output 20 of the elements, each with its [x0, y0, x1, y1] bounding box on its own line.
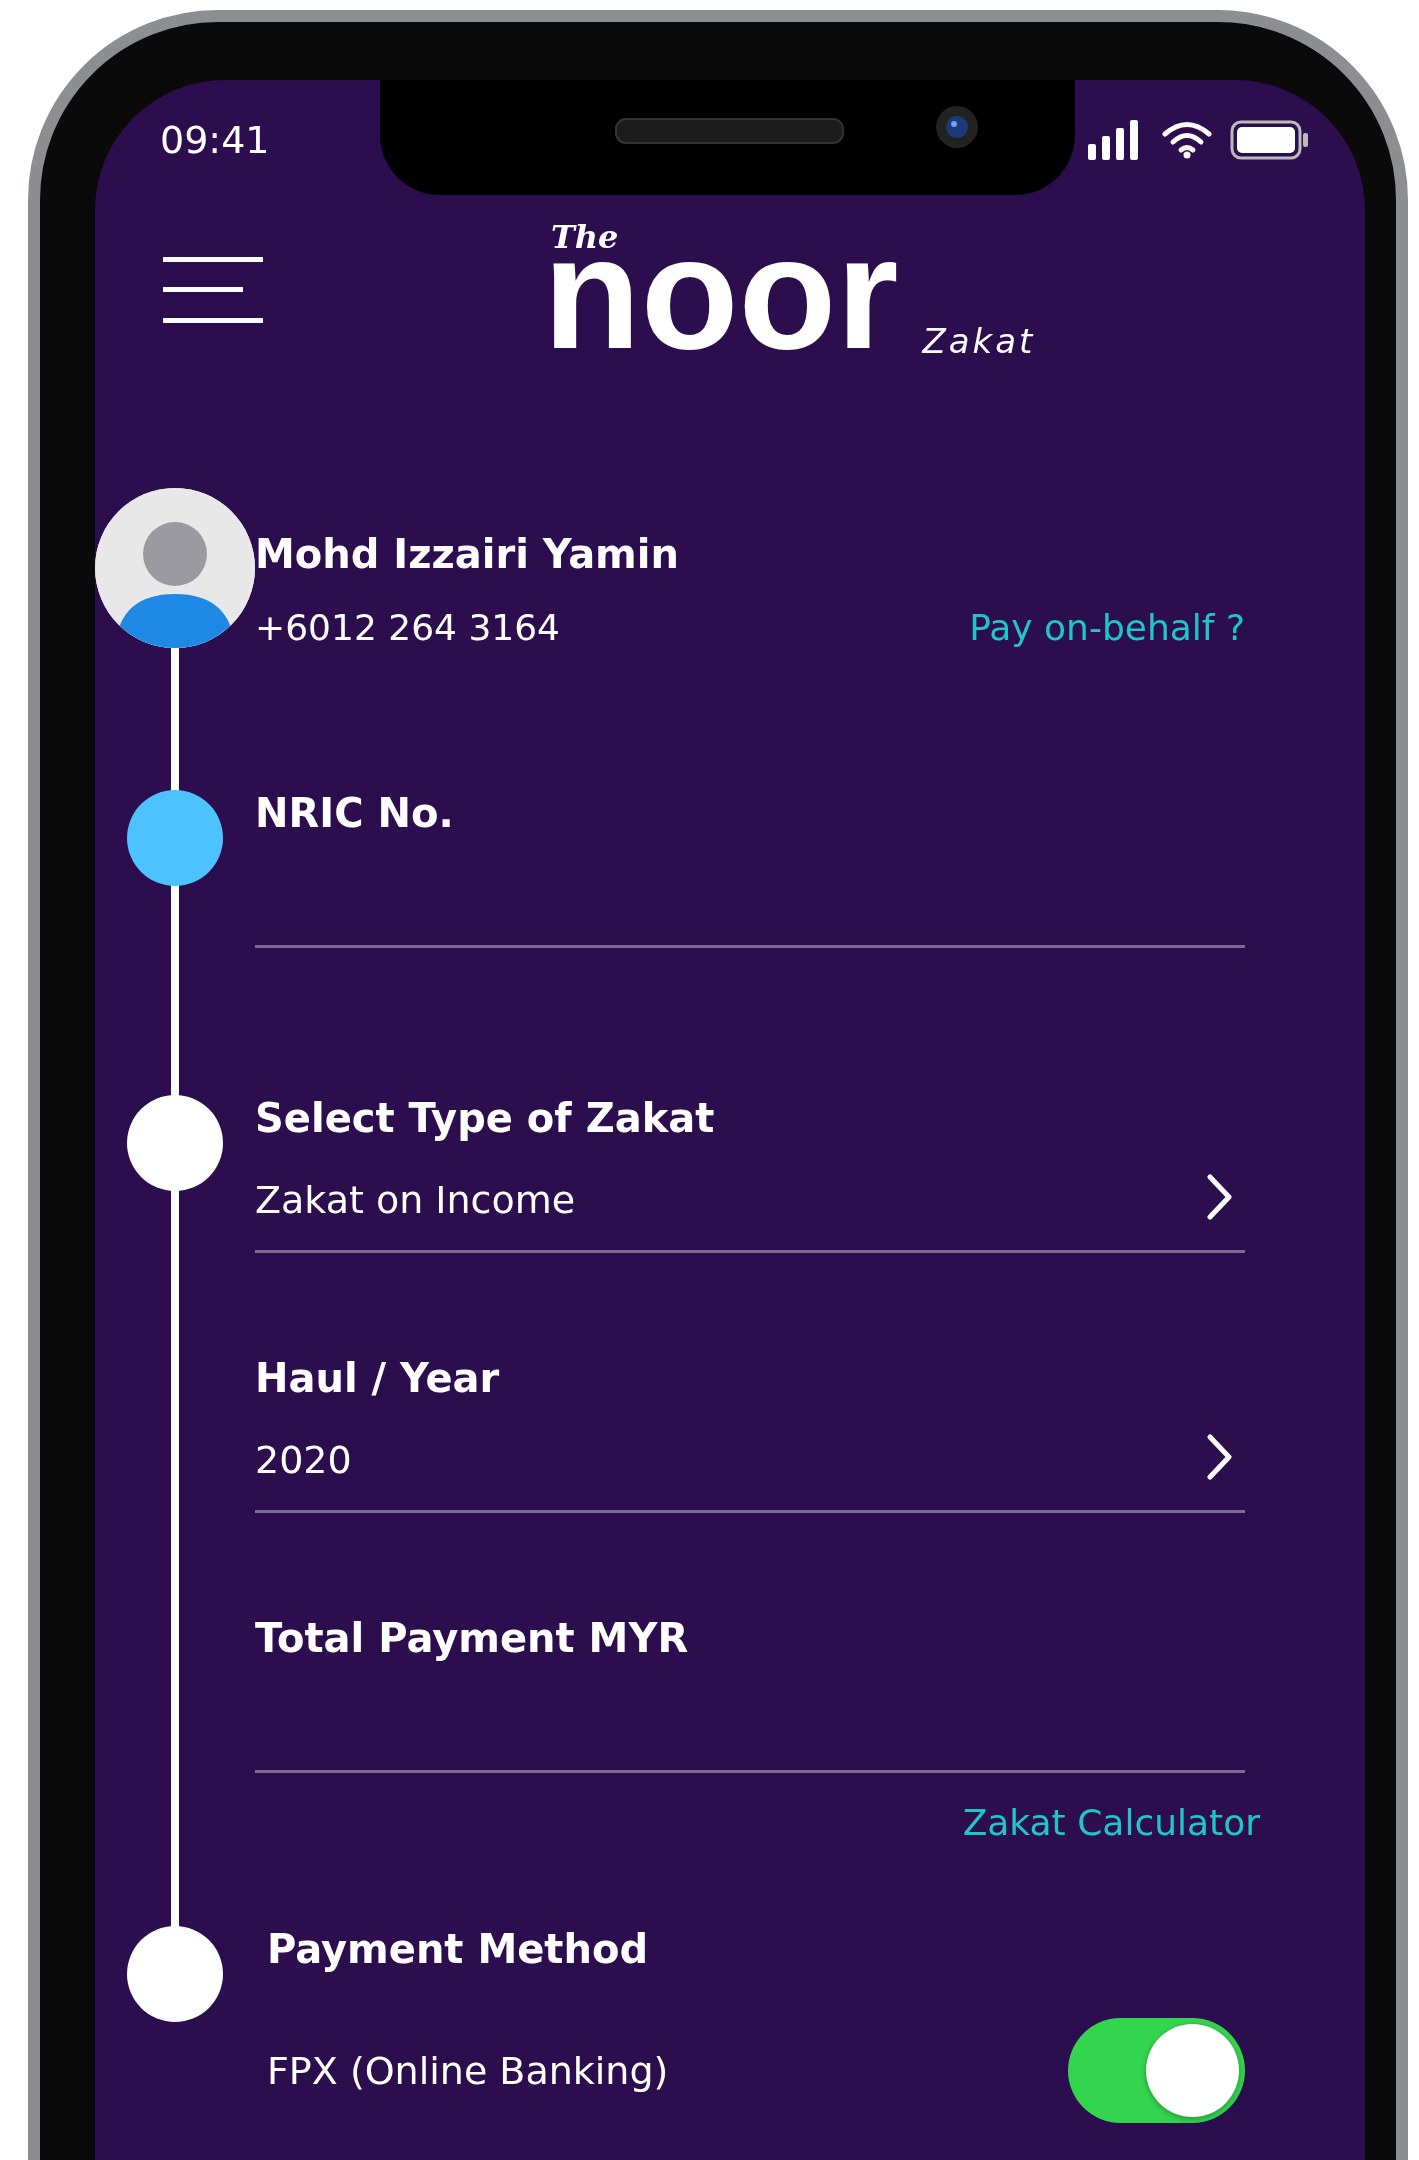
chevron-right-icon — [1207, 1434, 1233, 1480]
menu-icon[interactable] — [163, 257, 263, 323]
wifi-icon — [1162, 121, 1212, 159]
user-name: Mohd Izzairi Yamin — [255, 530, 680, 577]
camera-icon — [935, 105, 979, 149]
section-label: Payment Method — [267, 1925, 650, 1974]
chevron-right-icon — [1207, 1174, 1233, 1220]
field-label: Haul / Year — [255, 1354, 501, 1403]
app-logo: Thenoor Zakat — [543, 217, 1036, 363]
field-label: Total Payment MYR — [255, 1614, 690, 1663]
calculator-link[interactable]: Zakat Calculator — [962, 1801, 1260, 1843]
status-time: 09:41 — [160, 118, 270, 162]
battery-icon — [1230, 120, 1310, 160]
select-field[interactable]: 2020 — [255, 1403, 1245, 1513]
payment-option-label: FPX (Online Banking) — [267, 2048, 669, 2093]
select-field[interactable]: Zakat on Income — [255, 1143, 1245, 1253]
field-label: NRIC No. — [255, 789, 455, 838]
pay-on-behalf-link[interactable]: Pay on-behalf ? — [969, 607, 1245, 648]
user-phone: +6012 264 3164 — [255, 607, 561, 648]
field-label: Select Type of Zakat — [255, 1094, 716, 1143]
